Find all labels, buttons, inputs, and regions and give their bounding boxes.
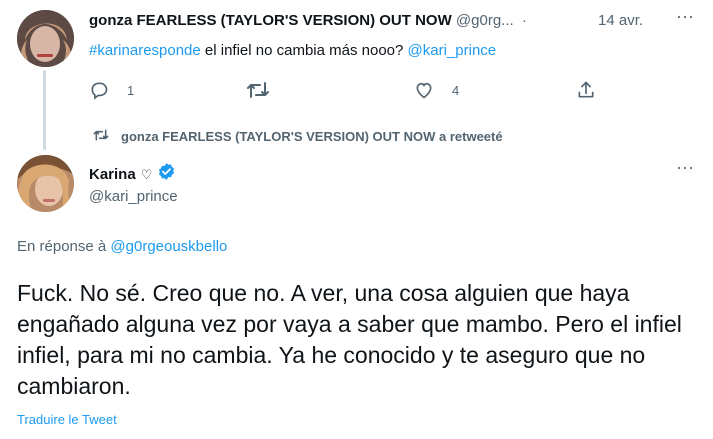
verified-badge-icon [157, 162, 176, 187]
name-heart: ♡ [140, 166, 153, 182]
reply-icon [89, 80, 109, 100]
tweet1-body: el infiel no cambia más nooo? [200, 42, 408, 59]
reply-mention-link[interactable]: @g0rgeouskbello [110, 238, 227, 255]
retweet-notice-text: gonza FEARLESS (TAYLOR'S VERSION) OUT NO… [121, 129, 503, 144]
hashtag-link[interactable]: #karinaresponde [89, 42, 201, 59]
tweet1-text: #karinaresponde el infiel no cambia más … [89, 41, 496, 61]
tweet2-name-row[interactable]: Karina ♡ [89, 162, 176, 187]
like-icon [414, 80, 434, 100]
tweet2-body: Fuck. No sé. Creo que no. A ver, una cos… [17, 280, 682, 399]
avatar-karina[interactable] [17, 155, 74, 212]
retweet-button[interactable] [246, 78, 270, 102]
tweet1-separator: · [521, 12, 527, 29]
reply-count: 1 [127, 82, 135, 98]
more-icon[interactable]: ··· [676, 158, 694, 176]
retweet-small-icon [93, 128, 109, 145]
share-button[interactable] [576, 78, 596, 102]
retweet-notice[interactable]: gonza FEARLESS (TAYLOR'S VERSION) OUT NO… [93, 128, 503, 145]
tweet2-display-name[interactable]: Karina [89, 165, 136, 185]
tweet1-date[interactable]: 14 avr. [598, 11, 643, 31]
avatar-gonza[interactable] [17, 10, 74, 67]
more-icon[interactable]: ··· [676, 7, 694, 25]
thread-connector [43, 70, 46, 150]
reply-prefix: En réponse à [17, 238, 111, 255]
share-icon [576, 79, 596, 101]
retweet-icon [246, 80, 270, 100]
like-button[interactable]: 4 [414, 78, 459, 102]
tweet1-header: gonza FEARLESS (TAYLOR'S VERSION) OUT NO… [89, 11, 527, 31]
like-count: 4 [452, 82, 460, 98]
reply-button[interactable]: 1 [89, 78, 134, 102]
tweet1-handle[interactable]: @g0rg... [456, 12, 514, 29]
tweet1-display-name[interactable]: gonza FEARLESS (TAYLOR'S VERSION) OUT NO… [89, 12, 452, 29]
reply-context: En réponse à @g0rgeouskbello [17, 237, 227, 257]
tweet2-handle[interactable]: @kari_prince [89, 187, 178, 207]
mention-link[interactable]: @kari_prince [408, 42, 497, 59]
translate-link[interactable]: Traduire le Tweet [17, 411, 117, 429]
